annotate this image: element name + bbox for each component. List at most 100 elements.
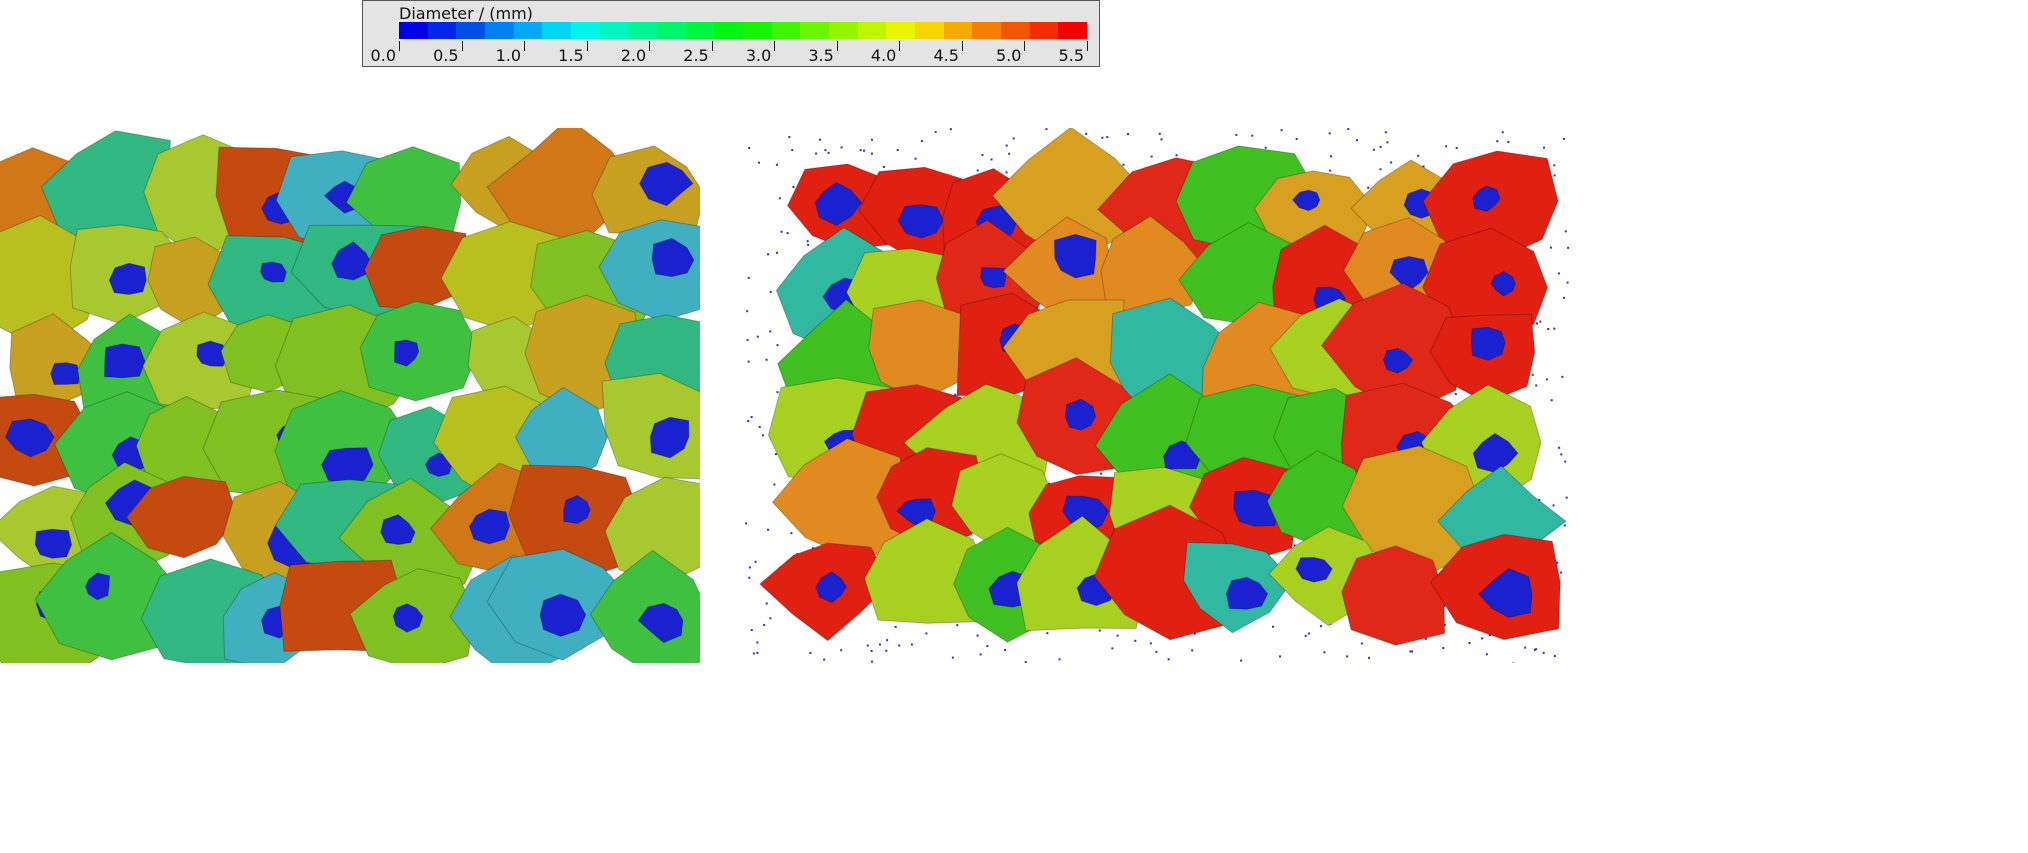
fine-particle [1564,460,1567,463]
fine-particle [1386,141,1389,144]
fine-particle [827,151,830,154]
fine-particle [769,330,772,333]
fine-particle [1272,625,1275,628]
fine-particle [746,339,749,342]
fine-particle [754,560,757,563]
fine-particle [1307,632,1310,635]
color-step [857,22,887,39]
fine-particle [925,632,928,635]
fine-particle [1542,651,1545,654]
particle [34,528,73,559]
fine-particle [1524,646,1527,649]
fine-particle [1251,134,1254,137]
tick-label: 2.5 [683,46,709,65]
fine-particle [1417,154,1420,157]
fine-particle [990,158,993,161]
fine-particle [1024,661,1027,663]
color-step [485,22,514,39]
tick-mark [711,41,713,51]
fine-particle [1379,168,1382,171]
fine-particle [1099,472,1102,475]
fine-particle [870,138,873,141]
fine-particle [775,251,778,254]
fine-particle [1098,629,1101,632]
fine-particle [976,169,979,172]
legend-title: Diameter / (mm) [399,4,533,23]
color-step [571,22,600,39]
fine-particle [910,643,913,646]
fine-particle [1134,639,1137,642]
fine-particle [1160,138,1163,141]
fine-particle [859,149,862,152]
color-step [829,22,858,39]
fine-particle [773,483,776,486]
fine-particle [1158,132,1161,135]
fine-particle [791,149,794,152]
color-step [800,22,830,39]
fine-particle [1279,655,1282,658]
fine-particle [914,157,917,160]
fine-particle [765,602,768,605]
fine-particle [870,152,873,155]
particle [260,261,287,283]
tick-mark [774,41,776,51]
fine-particle [756,651,759,654]
fine-particle [767,253,770,256]
tick-label: 1.5 [558,46,584,65]
fine-particle [1106,136,1109,139]
color-step [972,22,1002,39]
fine-particle [1280,129,1283,132]
color-step [628,22,658,39]
fine-particle [752,652,755,655]
fine-particle [1004,648,1007,651]
fine-particle [1411,650,1414,653]
fine-particle [1501,131,1504,134]
fine-particle [775,163,778,166]
fine-particle [1485,653,1488,656]
color-step [1029,22,1059,39]
tick-label: 0.5 [433,46,459,65]
color-step [456,22,486,39]
fine-particle [1455,146,1458,149]
fine-particle [748,566,751,569]
fine-particle [758,426,761,429]
tick-label: 5.5 [1058,46,1084,65]
fine-particle [756,335,759,338]
tick-mark [961,41,963,51]
fine-particle [778,197,781,200]
fine-particle [1127,132,1130,135]
fine-particle [870,650,873,653]
fine-particle [1149,642,1152,645]
fine-particle [1329,169,1332,172]
fine-particle [1122,163,1125,166]
fine-particle [747,420,750,423]
left-particle-rendering [0,128,700,663]
fine-particle [1046,632,1049,635]
fine-particle [1566,281,1569,284]
fine-particle [824,149,827,152]
fine-particle [886,639,889,642]
fine-particle [1116,634,1119,637]
fine-particle [1240,659,1243,662]
tick-label: 0.0 [370,46,396,65]
fine-particle [776,344,779,347]
fine-particle [1191,649,1194,652]
fine-particle [763,623,766,626]
fine-particle [871,660,874,663]
fine-particle [806,240,809,243]
tick-mark [836,41,838,51]
fine-particle [1562,296,1565,299]
fine-particle [1235,133,1238,136]
fine-particle [1360,642,1363,645]
fine-particle [1565,496,1568,499]
fine-particle [1005,171,1008,174]
color-step [427,22,457,39]
fine-particle [866,644,869,647]
fine-particle [986,645,989,648]
fine-particle [1390,161,1393,164]
tick-mark [399,41,400,51]
fine-particle [1356,139,1359,142]
fine-particle [1368,656,1371,659]
fine-particle [1539,320,1542,323]
tick-label: 4.0 [870,46,897,65]
